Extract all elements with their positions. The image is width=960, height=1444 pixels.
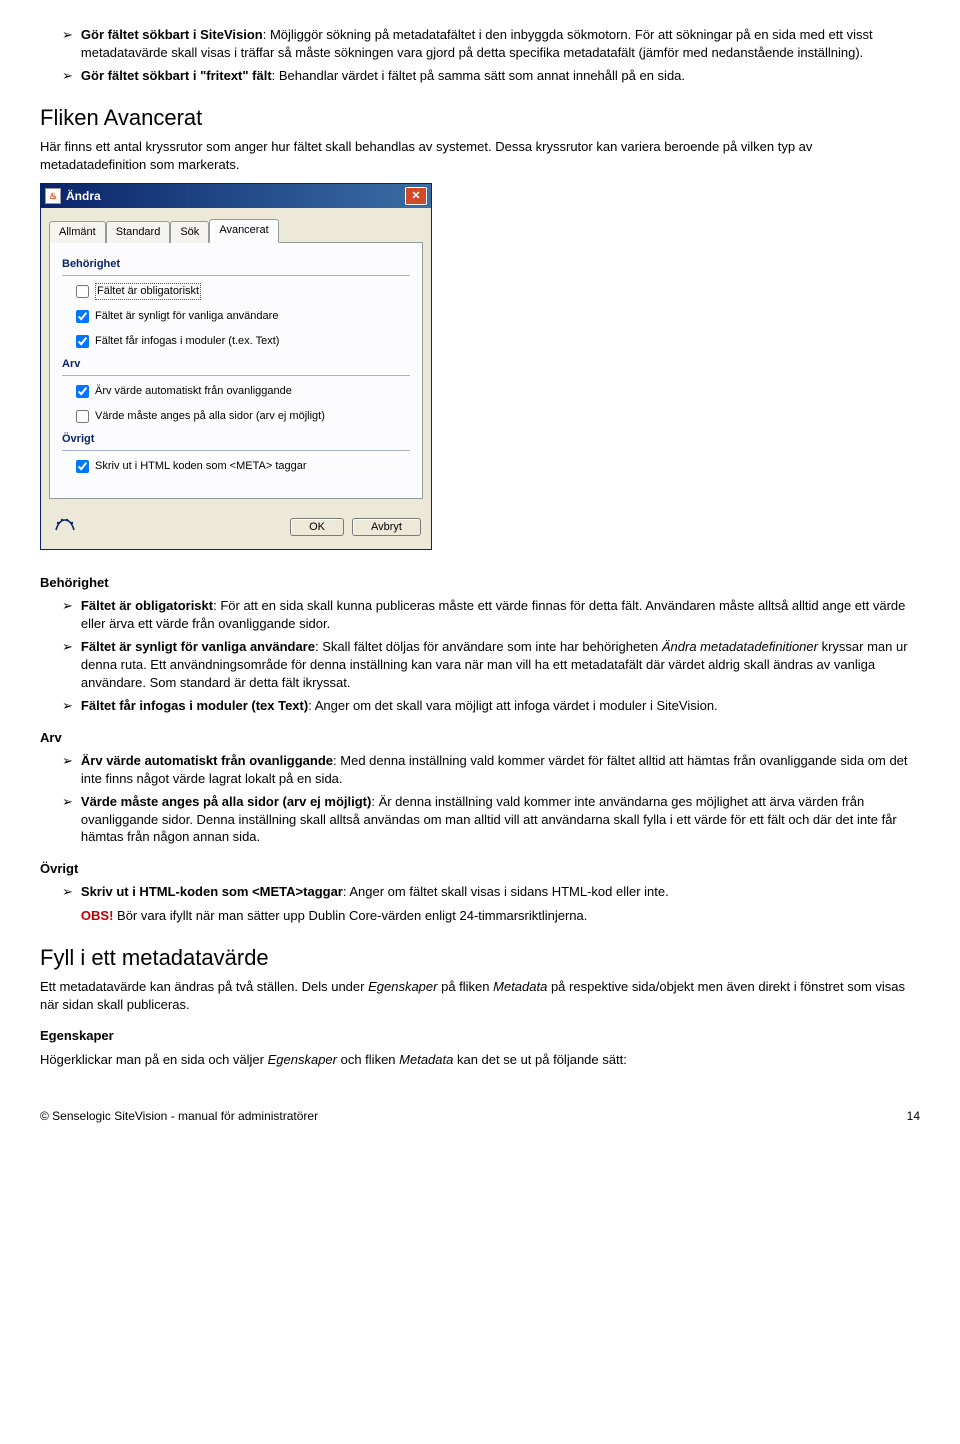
checkbox-row[interactable]: Värde måste anges på alla sidor (arv ej …: [72, 407, 410, 426]
dialog-button-bar: OK Avbryt: [41, 509, 431, 549]
bullet-marker-icon: ➢: [62, 752, 73, 787]
cancel-button[interactable]: Avbryt: [352, 518, 421, 536]
checkbox-meta[interactable]: [76, 460, 89, 473]
ok-button[interactable]: OK: [290, 518, 344, 536]
checkbox-infogas[interactable]: [76, 335, 89, 348]
group-title-behorighet: Behörighet: [62, 257, 410, 276]
close-icon[interactable]: ✕: [405, 187, 427, 205]
checkbox-row[interactable]: Fältet är synligt för vanliga användare: [72, 307, 410, 326]
list-item: ➢ Gör fältet sökbart i SiteVision: Möjli…: [62, 26, 920, 61]
checkbox-label: Fältet får infogas i moduler (t.ex. Text…: [95, 334, 279, 349]
footer-left: © Senselogic SiteVision - manual för adm…: [40, 1108, 318, 1124]
list-item: ➢ Fältet får infogas i moduler (tex Text…: [62, 697, 920, 715]
list-item-text: Fältet får infogas i moduler (tex Text):…: [81, 697, 920, 715]
checkbox-arv-alla[interactable]: [76, 410, 89, 423]
list-item: ➢ Skriv ut i HTML-koden som <META>taggar…: [62, 883, 920, 924]
list-item: ➢ Gör fältet sökbart i "fritext" fält: B…: [62, 67, 920, 85]
bullet-marker-icon: ➢: [62, 697, 73, 715]
paragraph: Ett metadatavärde kan ändras på två stäl…: [40, 978, 920, 1013]
tab-sok[interactable]: Sök: [170, 221, 209, 243]
bullet-marker-icon: ➢: [62, 883, 73, 924]
bullet-marker-icon: ➢: [62, 26, 73, 61]
checkbox-label: Fältet är obligatoriskt: [95, 283, 201, 300]
list-item-text: Värde måste anges på alla sidor (arv ej …: [81, 793, 920, 846]
list-item: ➢ Fältet är synligt för vanliga användar…: [62, 638, 920, 691]
tab-avancerat[interactable]: Avancerat: [209, 219, 278, 243]
dialog-titlebar: ♨ Ändra ✕: [41, 184, 431, 208]
dialog-andra: ♨ Ändra ✕ Allmänt Standard Sök Avancerat…: [40, 183, 432, 549]
tab-standard[interactable]: Standard: [106, 221, 171, 243]
list-item-text: Skriv ut i HTML-koden som <META>taggar: …: [81, 883, 920, 924]
list-item-text: Fältet är synligt för vanliga användare:…: [81, 638, 920, 691]
checkbox-obligatoriskt[interactable]: [76, 285, 89, 298]
subhead-behorighet: Behörighet: [40, 574, 920, 592]
sitevision-hand-icon: [51, 515, 79, 539]
java-icon: ♨: [45, 188, 61, 204]
section-heading-fyll: Fyll i ett metadatavärde: [40, 943, 920, 973]
subhead-arv: Arv: [40, 729, 920, 747]
dialog-title: Ändra: [66, 188, 405, 204]
checkbox-synligt[interactable]: [76, 310, 89, 323]
paragraph: Högerklickar man på en sida och väljer E…: [40, 1051, 920, 1069]
list-item-text: Gör fältet sökbart i "fritext" fält: Beh…: [81, 67, 920, 85]
footer-page-number: 14: [907, 1108, 920, 1124]
bullet-marker-icon: ➢: [62, 638, 73, 691]
section-intro: Här finns ett antal kryssrutor som anger…: [40, 138, 920, 173]
section-heading-avancerat: Fliken Avancerat: [40, 103, 920, 133]
list-item-text: Fältet är obligatoriskt: För att en sida…: [81, 597, 920, 632]
bullet-marker-icon: ➢: [62, 67, 73, 85]
obs-text: Bör vara ifyllt när man sätter upp Dubli…: [113, 908, 587, 923]
bullet-marker-icon: ➢: [62, 597, 73, 632]
bullet-marker-icon: ➢: [62, 793, 73, 846]
checkbox-row[interactable]: Fältet är obligatoriskt: [72, 282, 410, 301]
checkbox-label: Skriv ut i HTML koden som <META> taggar: [95, 459, 307, 474]
list-item: ➢ Ärv värde automatiskt från ovanliggand…: [62, 752, 920, 787]
checkbox-label: Ärv värde automatiskt från ovanliggande: [95, 384, 292, 399]
obs-label: OBS!: [81, 908, 114, 923]
checkbox-row[interactable]: Skriv ut i HTML koden som <META> taggar: [72, 457, 410, 476]
tab-pane-avancerat: Behörighet Fältet är obligatoriskt Fälte…: [49, 242, 423, 499]
subhead-egenskaper: Egenskaper: [40, 1027, 920, 1045]
checkbox-arv-auto[interactable]: [76, 385, 89, 398]
tab-allmant[interactable]: Allmänt: [49, 221, 106, 243]
group-title-ovrigt: Övrigt: [62, 432, 410, 451]
list-item-text: Ärv värde automatiskt från ovanliggande:…: [81, 752, 920, 787]
group-title-arv: Arv: [62, 357, 410, 376]
list-item-text: Gör fältet sökbart i SiteVision: Möjligg…: [81, 26, 920, 61]
checkbox-label: Värde måste anges på alla sidor (arv ej …: [95, 409, 325, 424]
tab-bar: Allmänt Standard Sök Avancerat: [49, 219, 423, 243]
page-footer: © Senselogic SiteVision - manual för adm…: [40, 1108, 920, 1124]
checkbox-label: Fältet är synligt för vanliga användare: [95, 309, 278, 324]
checkbox-row[interactable]: Ärv värde automatiskt från ovanliggande: [72, 382, 410, 401]
checkbox-row[interactable]: Fältet får infogas i moduler (t.ex. Text…: [72, 332, 410, 351]
list-item: ➢ Fältet är obligatoriskt: För att en si…: [62, 597, 920, 632]
list-item: ➢ Värde måste anges på alla sidor (arv e…: [62, 793, 920, 846]
subhead-ovrigt: Övrigt: [40, 860, 920, 878]
